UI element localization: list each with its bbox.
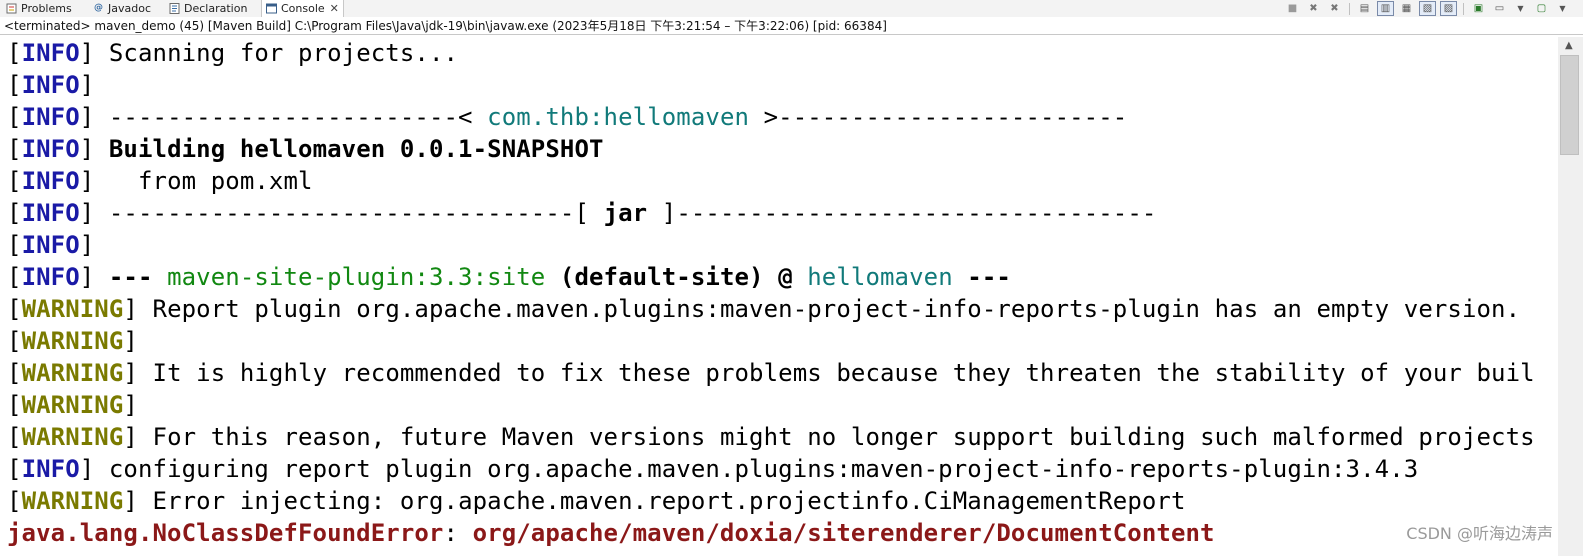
- scroll-up-arrow-icon[interactable]: ▲: [1565, 40, 1573, 51]
- console-line: [WARNING] Error injecting: org.apache.ma…: [7, 487, 1186, 515]
- line-text: ]---------------------------------: [647, 199, 1157, 227]
- info-tag: INFO: [21, 167, 80, 195]
- close-icon[interactable]: ✕: [330, 2, 339, 15]
- line-text: (default-site) @: [545, 263, 808, 291]
- info-tag: INFO: [21, 103, 80, 131]
- chevron-down-icon[interactable]: ▼: [1512, 1, 1529, 16]
- warning-tag: WARNING: [21, 423, 124, 451]
- line-text: Building hellomaven 0.0.1-SNAPSHOT: [108, 135, 604, 163]
- view-tab-bar: Problems @ Javadoc Declaration Console ✕…: [0, 0, 1583, 17]
- show-stdout-icon[interactable]: ▧: [1419, 1, 1436, 16]
- plugin-goal: maven-site-plugin:3.3:site: [167, 263, 546, 291]
- line-text: configuring report plugin org.apache.mav…: [108, 455, 1419, 483]
- line-text: :: [443, 519, 473, 547]
- console-line: [INFO] from pom.xml: [7, 167, 313, 195]
- line-text: Scanning for projects...: [108, 39, 459, 67]
- tab-console[interactable]: Console ✕: [261, 0, 344, 17]
- console-line: [WARNING] It is highly recommended to fi…: [7, 359, 1535, 387]
- scroll-lock-icon[interactable]: ▥: [1377, 1, 1394, 16]
- info-tag: INFO: [21, 199, 80, 227]
- remove-launch-icon[interactable]: ✖: [1305, 1, 1322, 16]
- javadoc-icon: @: [94, 3, 103, 13]
- info-tag: INFO: [21, 263, 80, 291]
- info-tag: INFO: [21, 135, 80, 163]
- tab-label: Problems: [21, 2, 72, 15]
- console-line: [INFO]: [7, 71, 95, 99]
- warning-tag: WARNING: [21, 487, 124, 515]
- console-icon: [266, 3, 277, 14]
- console-line: [WARNING]: [7, 327, 138, 355]
- info-tag: INFO: [21, 455, 80, 483]
- show-stderr-icon[interactable]: ▨: [1440, 1, 1457, 16]
- line-text: It is highly recommended to fix these pr…: [152, 359, 1535, 387]
- console-output[interactable]: [INFO] Scanning for projects... [INFO] […: [0, 37, 1558, 556]
- tab-problems[interactable]: Problems: [6, 0, 72, 17]
- problems-icon: [6, 3, 17, 14]
- vertical-scrollbar[interactable]: ▲: [1558, 37, 1583, 556]
- line-text: >------------------------: [749, 103, 1128, 131]
- console-line: [INFO] --- maven-site-plugin:3.3:site (d…: [7, 263, 1011, 291]
- console-line: [WARNING] Report plugin org.apache.maven…: [7, 295, 1521, 323]
- line-text: Report plugin org.apache.maven.plugins:m…: [152, 295, 1521, 323]
- console-line: [INFO] configuring report plugin org.apa…: [7, 455, 1419, 483]
- remove-all-terminated-icon[interactable]: ✖: [1326, 1, 1343, 16]
- packaging: jar: [603, 199, 648, 227]
- warning-tag: WARNING: [21, 295, 124, 323]
- pin-console-icon[interactable]: ▣: [1470, 1, 1487, 16]
- tab-declaration[interactable]: Declaration: [169, 0, 247, 17]
- line-text: ---: [952, 263, 1011, 291]
- scrollbar-thumb[interactable]: [1560, 55, 1579, 155]
- line-text: ---: [108, 263, 168, 291]
- exception-message: org/apache/maven/doxia/siterenderer/Docu…: [472, 519, 1215, 547]
- chevron-down-icon[interactable]: ▼: [1554, 1, 1571, 16]
- toolbar-separator: [1463, 2, 1464, 15]
- toolbar-separator: [1349, 2, 1350, 15]
- info-tag: INFO: [21, 71, 80, 99]
- project-name: hellomaven: [807, 263, 953, 291]
- console-line: [INFO] ------------------------< com.thb…: [7, 103, 1128, 131]
- info-tag: INFO: [21, 231, 80, 259]
- console-line: java.lang.NoClassDefFoundError: org/apac…: [7, 517, 1215, 549]
- line-text: from pom.xml: [108, 167, 313, 195]
- console-line: [INFO] Scanning for projects...: [7, 39, 459, 67]
- new-console-icon[interactable]: ▢: [1533, 1, 1550, 16]
- console-line: [INFO] --------------------------------[…: [7, 199, 1157, 227]
- warning-tag: WARNING: [21, 391, 124, 419]
- tab-label: Console: [281, 2, 325, 15]
- project-id: com.thb:hellomaven: [487, 103, 750, 131]
- console-line: [WARNING]: [7, 391, 138, 419]
- tab-javadoc[interactable]: @ Javadoc: [93, 0, 151, 17]
- watermark: CSDN @听海边涛声: [1406, 524, 1553, 543]
- clear-console-icon[interactable]: ▤: [1356, 1, 1373, 16]
- console-line: [WARNING] For this reason, future Maven …: [7, 423, 1535, 451]
- terminate-icon[interactable]: ■: [1284, 1, 1301, 16]
- word-wrap-icon[interactable]: ▦: [1398, 1, 1415, 16]
- warning-tag: WARNING: [21, 359, 124, 387]
- console-line: [INFO] Building hellomaven 0.0.1-SNAPSHO…: [7, 135, 604, 163]
- declaration-icon: [169, 3, 180, 14]
- line-text: Error injecting: org.apache.maven.report…: [152, 487, 1186, 515]
- line-text: For this reason, future Maven versions m…: [152, 423, 1535, 451]
- process-label: <terminated> maven_demo (45) [Maven Buil…: [0, 17, 1583, 35]
- display-console-icon[interactable]: ▭: [1491, 1, 1508, 16]
- info-tag: INFO: [21, 39, 80, 67]
- console-toolbar: ■ ✖ ✖ ▤ ▥ ▦ ▧ ▨ ▣ ▭ ▼ ▢ ▼: [1284, 0, 1571, 17]
- tab-label: Declaration: [184, 2, 248, 15]
- exception-class[interactable]: java.lang.NoClassDefFoundError: [7, 519, 443, 547]
- line-text: ------------------------<: [108, 103, 488, 131]
- tab-label: Javadoc: [108, 2, 151, 15]
- console-line: [INFO]: [7, 231, 95, 259]
- warning-tag: WARNING: [21, 327, 124, 355]
- line-text: --------------------------------[: [108, 199, 604, 227]
